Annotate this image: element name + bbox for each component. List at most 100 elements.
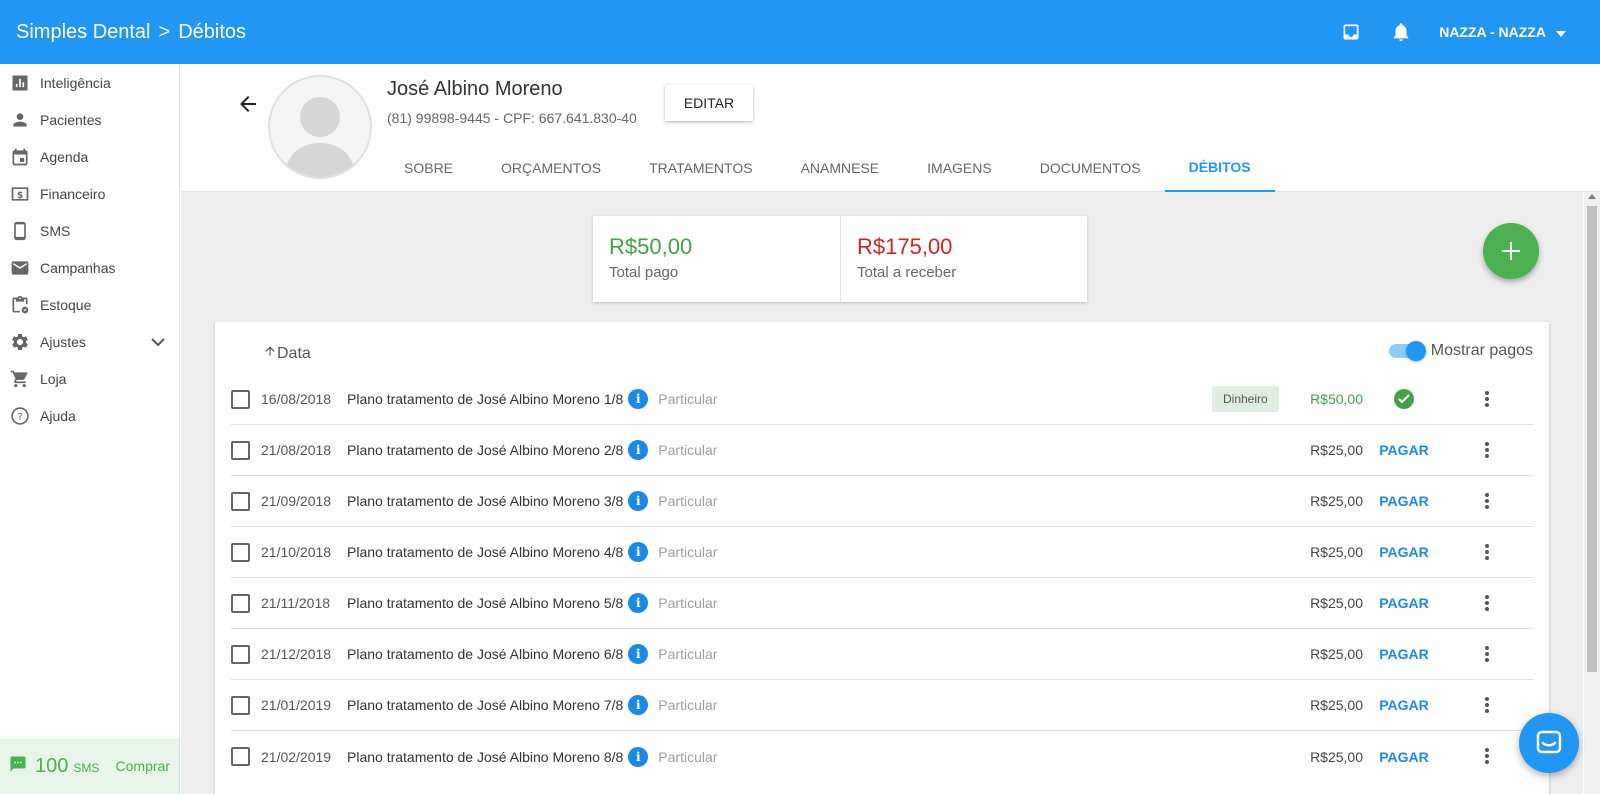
pay-button[interactable]: PAGAR	[1377, 646, 1431, 662]
row-date: 21/02/2019	[261, 748, 332, 765]
scroll-up-arrow-icon[interactable]	[1588, 194, 1596, 199]
info-icon[interactable]: i	[628, 644, 649, 664]
row-insurance: Particular	[658, 442, 718, 458]
sidebar-item-loja[interactable]: Loja	[0, 360, 179, 397]
sidebar-item-pacientes[interactable]: Pacientes	[0, 101, 179, 138]
sidebar-item-label: SMS	[40, 222, 71, 239]
sidebar-item-sms[interactable]: SMS	[0, 212, 179, 249]
sidebar-item-campanhas[interactable]: Campanhas	[0, 249, 179, 286]
row-amount: R$25,00	[1310, 544, 1363, 560]
user-name: NAZZA - NAZZA	[1439, 24, 1546, 40]
debits-content: R$50,00 Total pago R$175,00 Total a rece…	[181, 192, 1583, 794]
back-arrow-icon[interactable]	[236, 92, 260, 116]
sidebar-item-inteligencia[interactable]: Inteligência	[0, 64, 179, 101]
more-vert-icon[interactable]	[1477, 644, 1497, 664]
inbox-icon[interactable]	[1339, 20, 1363, 44]
row-description: Plano tratamento de José Albino Moreno 7…	[347, 697, 624, 713]
more-vert-icon[interactable]	[1477, 593, 1497, 613]
sidebar-item-ajustes[interactable]: Ajustes	[0, 323, 179, 360]
pay-button[interactable]: PAGAR	[1377, 697, 1431, 713]
svg-text:$: $	[17, 189, 23, 200]
add-debit-button[interactable]	[1483, 223, 1539, 279]
tab-anamnese[interactable]: ANAMNESE	[777, 144, 904, 192]
chevron-down-icon[interactable]	[151, 334, 165, 350]
more-vert-icon[interactable]	[1477, 746, 1497, 766]
tab-documentos[interactable]: DOCUMENTOS	[1016, 144, 1165, 192]
more-vert-icon[interactable]	[1477, 695, 1497, 715]
row-amount: R$25,00	[1310, 646, 1363, 662]
row-checkbox[interactable]	[231, 747, 250, 766]
sidebar-item-financeiro[interactable]: $ Financeiro	[0, 175, 179, 212]
total-paid: R$50,00 Total pago	[593, 216, 840, 302]
more-vert-icon[interactable]	[1477, 389, 1497, 409]
sidebar-item-agenda[interactable]: Agenda	[0, 138, 179, 175]
pay-button[interactable]: PAGAR	[1377, 442, 1431, 458]
tab-imagens[interactable]: IMAGENS	[903, 144, 1016, 192]
chat-widget-button[interactable]	[1519, 713, 1579, 773]
sidebar-item-label: Pacientes	[40, 111, 102, 128]
info-icon[interactable]: i	[628, 440, 649, 460]
patient-name: José Albino Moreno	[387, 78, 563, 100]
sidebar-item-estoque[interactable]: Estoque	[0, 286, 179, 323]
payment-method-chip: Dinheiro	[1212, 386, 1279, 412]
top-app-bar: Simples Dental > Débitos NAZZA - NAZZA	[0, 0, 1600, 64]
tab-debitos[interactable]: DÉBITOS	[1164, 144, 1275, 192]
sort-label: Data	[277, 344, 311, 362]
info-icon[interactable]: i	[628, 491, 649, 511]
row-checkbox[interactable]	[231, 542, 250, 562]
tab-sobre[interactable]: SOBRE	[380, 144, 477, 192]
buy-sms-link[interactable]: Comprar	[116, 758, 170, 774]
total-receivable: R$175,00 Total a receber	[840, 216, 1087, 302]
row-description: Plano tratamento de José Albino Moreno 2…	[347, 442, 624, 458]
edit-button[interactable]: EDITAR	[665, 85, 753, 121]
show-paid-toggle[interactable]	[1388, 341, 1426, 361]
row-description: Plano tratamento de José Albino Moreno 4…	[347, 544, 624, 560]
pay-button[interactable]: PAGAR	[1377, 493, 1431, 509]
clipboard-check-icon	[9, 294, 31, 316]
info-icon[interactable]: i	[628, 695, 649, 715]
row-checkbox[interactable]	[231, 644, 250, 664]
table-row: 21/02/2019 Plano tratamento de José Albi…	[231, 731, 1533, 782]
pay-button[interactable]: PAGAR	[1377, 595, 1431, 611]
scrollbar-thumb[interactable]	[1587, 206, 1597, 672]
more-vert-icon[interactable]	[1477, 542, 1497, 562]
row-checkbox[interactable]	[231, 389, 250, 409]
tab-orcamentos[interactable]: ORÇAMENTOS	[477, 144, 625, 192]
pay-button[interactable]: PAGAR	[1377, 749, 1431, 765]
row-date: 21/10/2018	[261, 544, 332, 560]
row-checkbox[interactable]	[231, 593, 250, 613]
row-amount: R$25,00	[1310, 748, 1363, 765]
message-icon	[9, 755, 27, 778]
sidebar-item-label: Ajuda	[40, 407, 76, 424]
app-name[interactable]: Simples Dental	[16, 21, 151, 44]
total-receivable-value: R$175,00	[857, 234, 953, 259]
patient-tabs: SOBRE ORÇAMENTOS TRATAMENTOS ANAMNESE IM…	[380, 144, 1275, 192]
sidebar-item-label: Loja	[40, 370, 67, 387]
sidebar-item-label: Financeiro	[40, 185, 106, 202]
bell-icon[interactable]	[1389, 20, 1413, 44]
page-title: Débitos	[178, 20, 247, 43]
row-checkbox[interactable]	[231, 695, 250, 715]
sort-by-date[interactable]: Data	[263, 344, 311, 363]
chat-icon	[1536, 730, 1562, 754]
breadcrumb-separator: >	[158, 20, 171, 43]
row-checkbox[interactable]	[231, 440, 250, 460]
scrollbar[interactable]	[1584, 192, 1600, 794]
arrow-up-icon	[263, 344, 277, 363]
table-row: 16/08/2018 Plano tratamento de José Albi…	[231, 374, 1533, 425]
help-icon: ?	[9, 405, 31, 427]
row-insurance: Particular	[658, 748, 718, 765]
sidebar-item-ajuda[interactable]: ? Ajuda	[0, 397, 179, 434]
more-vert-icon[interactable]	[1477, 440, 1497, 460]
row-checkbox[interactable]	[231, 491, 250, 511]
info-icon[interactable]: i	[628, 389, 649, 409]
tab-tratamentos[interactable]: TRATAMENTOS	[625, 144, 776, 192]
info-icon[interactable]: i	[628, 593, 649, 613]
pay-button[interactable]: PAGAR	[1377, 544, 1431, 560]
user-menu[interactable]: NAZZA - NAZZA	[1439, 24, 1566, 40]
list-header: Data Mostrar pagos	[215, 322, 1549, 382]
info-icon[interactable]: i	[628, 542, 649, 562]
info-icon[interactable]: i	[628, 746, 649, 767]
row-insurance: Particular	[658, 544, 718, 560]
more-vert-icon[interactable]	[1477, 491, 1497, 511]
